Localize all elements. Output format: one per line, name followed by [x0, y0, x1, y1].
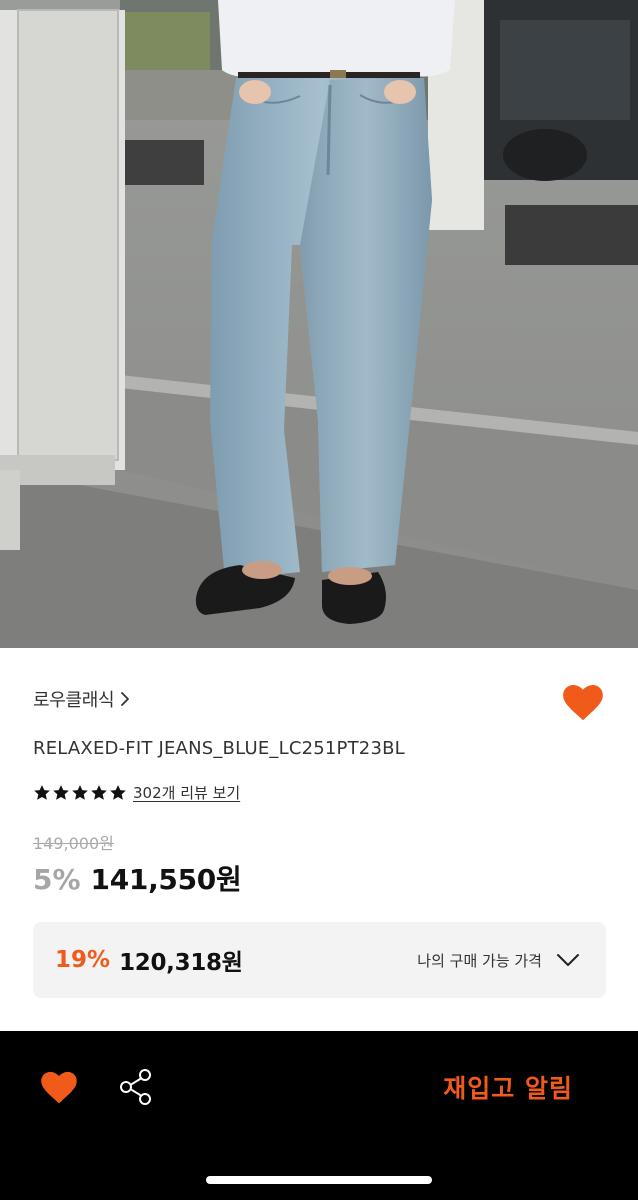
original-price: 149,000원 — [33, 834, 114, 853]
chevron-right-icon — [121, 692, 130, 706]
star-icon — [91, 784, 107, 800]
heart-icon[interactable] — [40, 1071, 78, 1105]
price-row: 5% 141,550원 — [33, 858, 242, 898]
rating-stars — [33, 784, 127, 802]
restock-alert-button[interactable]: 재입고 알림 — [443, 1069, 573, 1105]
discount-rate: 5% — [33, 863, 81, 896]
heart-icon[interactable] — [562, 684, 604, 722]
rating-row: 302개 리뷰 보기 — [33, 782, 240, 803]
star-icon — [72, 784, 88, 800]
coupon-discount-rate: 19% — [55, 947, 111, 973]
bottom-action-bar: 재입고 알림 — [0, 1031, 638, 1200]
review-link[interactable]: 302개 리뷰 보기 — [133, 782, 240, 803]
my-price-dropdown[interactable]: 19% 120,318원 나의 구매 가능 가격 — [33, 922, 606, 998]
brand-name: 로우클래식 — [33, 690, 115, 711]
coupon-label: 나의 구매 가능 가격 — [417, 951, 542, 970]
home-indicator — [206, 1176, 432, 1184]
brand-link[interactable]: 로우클래식 — [33, 686, 130, 712]
coupon-price: 120,318원 — [119, 950, 243, 976]
product-info: 로우클래식 RELAXED-FIT JEANS_BLUE_LC251PT23BL… — [0, 648, 638, 1031]
product-title: RELAXED-FIT JEANS_BLUE_LC251PT23BL — [33, 738, 405, 759]
star-icon — [53, 784, 69, 800]
share-icon[interactable] — [118, 1068, 154, 1106]
product-image[interactable] — [0, 0, 638, 648]
sale-price: 141,550원 — [90, 863, 242, 896]
star-icon — [110, 784, 126, 800]
chevron-down-icon — [557, 954, 579, 966]
star-icon — [34, 784, 50, 800]
